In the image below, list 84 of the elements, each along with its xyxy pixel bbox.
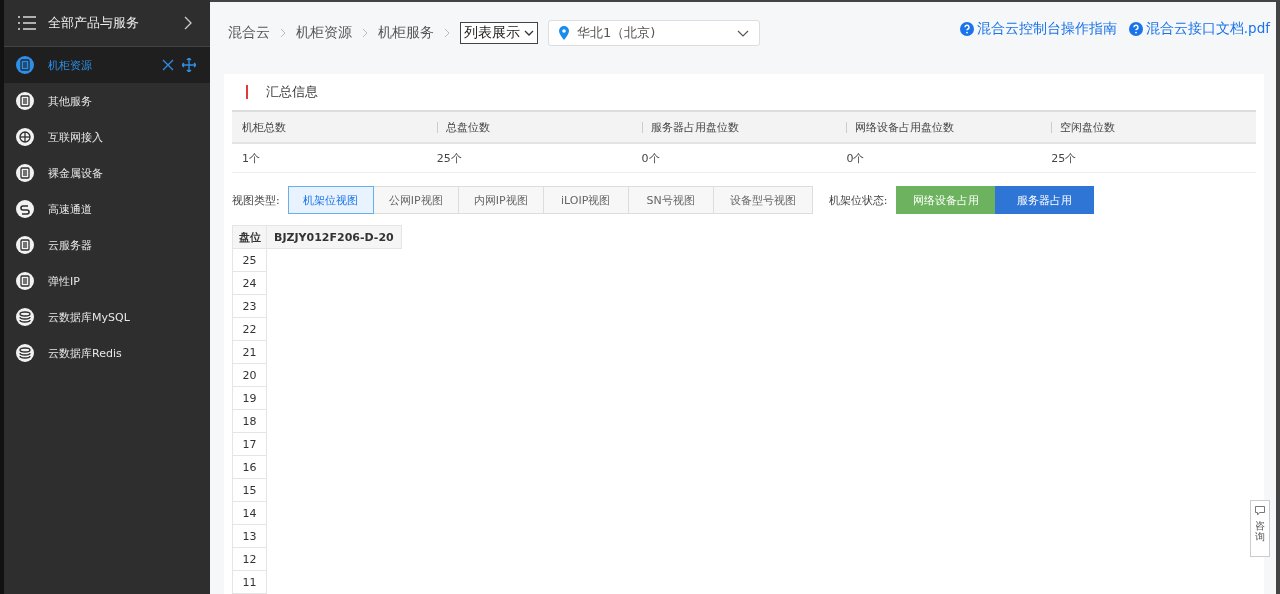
chevron-right-icon	[362, 28, 368, 38]
sidebar-item[interactable]: 弹性IP	[4, 263, 210, 299]
table-cell-text: 0个	[640, 150, 661, 166]
sidebar-item[interactable]: 高速通道	[4, 191, 210, 227]
sidebar-item-label: 机柜资源	[48, 57, 93, 73]
server-icon	[16, 236, 34, 254]
sidebar-item-label: 弹性IP	[48, 273, 81, 289]
close-icon[interactable]	[162, 59, 174, 71]
view-tab[interactable]: SN号视图	[627, 186, 714, 214]
slot-number: 17	[232, 432, 267, 456]
sidebar-item[interactable]: 裸金属设备	[4, 155, 210, 191]
slot-number: 22	[232, 317, 267, 341]
sidebar-item-label: 云服务器	[48, 237, 93, 253]
slot-number: 19	[232, 386, 267, 410]
section-title: 汇总信息	[266, 83, 318, 101]
slot-number: 16	[232, 455, 267, 479]
view-tab[interactable]: 公网IP视图	[372, 186, 459, 214]
view-tab[interactable]: 机架位视图	[287, 186, 374, 214]
consult-button[interactable]: 咨询	[1250, 500, 1270, 557]
breadcrumb-link[interactable]: 混合云	[228, 24, 270, 42]
display-select[interactable]: 列表展示	[460, 22, 538, 44]
slot-number: 24	[232, 271, 267, 295]
location-pin-icon	[559, 26, 569, 40]
move-icon[interactable]	[182, 58, 196, 72]
table-cell-text: 1个	[241, 150, 261, 166]
sidebar-item[interactable]: 云服务器	[4, 227, 210, 263]
chevron-right-icon	[280, 28, 286, 38]
table-cell-text: 25个	[435, 150, 463, 166]
chevron-right-icon	[444, 28, 450, 38]
chevron-right-icon[interactable]	[184, 16, 192, 30]
view-tab[interactable]: 内网IP视图	[457, 186, 544, 214]
slot-number: 13	[232, 524, 267, 548]
slot-number: 15	[232, 478, 267, 502]
sidebar-title: 全部产品与服务	[48, 14, 140, 32]
view-tab[interactable]: iLOIP视图	[542, 186, 629, 214]
chevron-down-icon	[524, 30, 534, 36]
help-icon	[959, 22, 974, 36]
column-header: 总盘位数	[426, 119, 642, 135]
slot-number: 18	[232, 409, 267, 433]
slot-number: 20	[232, 363, 267, 387]
view-tab[interactable]: 设备型号视图	[712, 186, 813, 214]
column-header: 机柜总数	[241, 119, 287, 135]
slot-number: 12	[232, 547, 267, 571]
column-header: 空闲盘位数	[1041, 119, 1256, 135]
sidebar-item[interactable]: 云数据库Redis	[4, 335, 210, 371]
sidebar-item[interactable]: 互联网接入	[4, 119, 210, 155]
database-icon	[16, 308, 34, 326]
slot-number: 25	[232, 248, 267, 272]
legend-item: 网络设备占用	[896, 186, 996, 214]
server-icon	[16, 164, 34, 182]
scrollbar[interactable]	[1276, 2, 1280, 594]
legend-item: 服务器占用	[995, 186, 1095, 214]
server-icon	[16, 56, 34, 74]
sidebar-item[interactable]: 机柜资源	[4, 47, 210, 83]
region-select[interactable]: 华北1（北京)	[548, 20, 760, 46]
slot-number: 23	[232, 294, 267, 318]
sidebar-item-label: 其他服务	[48, 93, 93, 109]
breadcrumb-link[interactable]: 机柜服务	[378, 24, 434, 42]
column-header: 盘位	[232, 225, 267, 249]
sidebar-item-label: 云数据库Redis	[48, 345, 123, 361]
exchange-icon	[16, 200, 34, 218]
help-icon	[1128, 22, 1143, 36]
view-type-label: 视图类型:	[232, 192, 280, 208]
help-link[interactable]: 混合云控制台操作指南	[976, 20, 1117, 38]
slot-number: 14	[232, 501, 267, 525]
help-link[interactable]: 混合云接口文档.pdf	[1145, 20, 1270, 38]
column-header: BJZJY012F206-D-20	[266, 225, 402, 249]
slot-number: 11	[232, 570, 267, 594]
chevron-down-icon	[737, 29, 749, 37]
table-cell-text: 0个	[845, 150, 866, 166]
sidebar-item-label: 裸金属设备	[48, 165, 104, 181]
section-marker	[246, 85, 248, 99]
slot-number: 21	[232, 340, 267, 364]
sidebar-item[interactable]: 其他服务	[4, 83, 210, 119]
sidebar-item[interactable]: 云数据库MySQL	[4, 299, 210, 335]
sidebar-item-label: 云数据库MySQL	[48, 309, 131, 325]
sidebar-item-label: 高速通道	[48, 201, 93, 217]
globe-icon	[16, 128, 34, 146]
rack-status-label: 机架位状态:	[828, 192, 888, 208]
table-cell-text: 25个	[1050, 150, 1078, 166]
sidebar-item-label: 互联网接入	[48, 129, 104, 145]
menu-icon[interactable]	[18, 16, 36, 30]
breadcrumb-link[interactable]: 机柜资源	[296, 24, 352, 42]
chat-icon	[1255, 506, 1265, 516]
